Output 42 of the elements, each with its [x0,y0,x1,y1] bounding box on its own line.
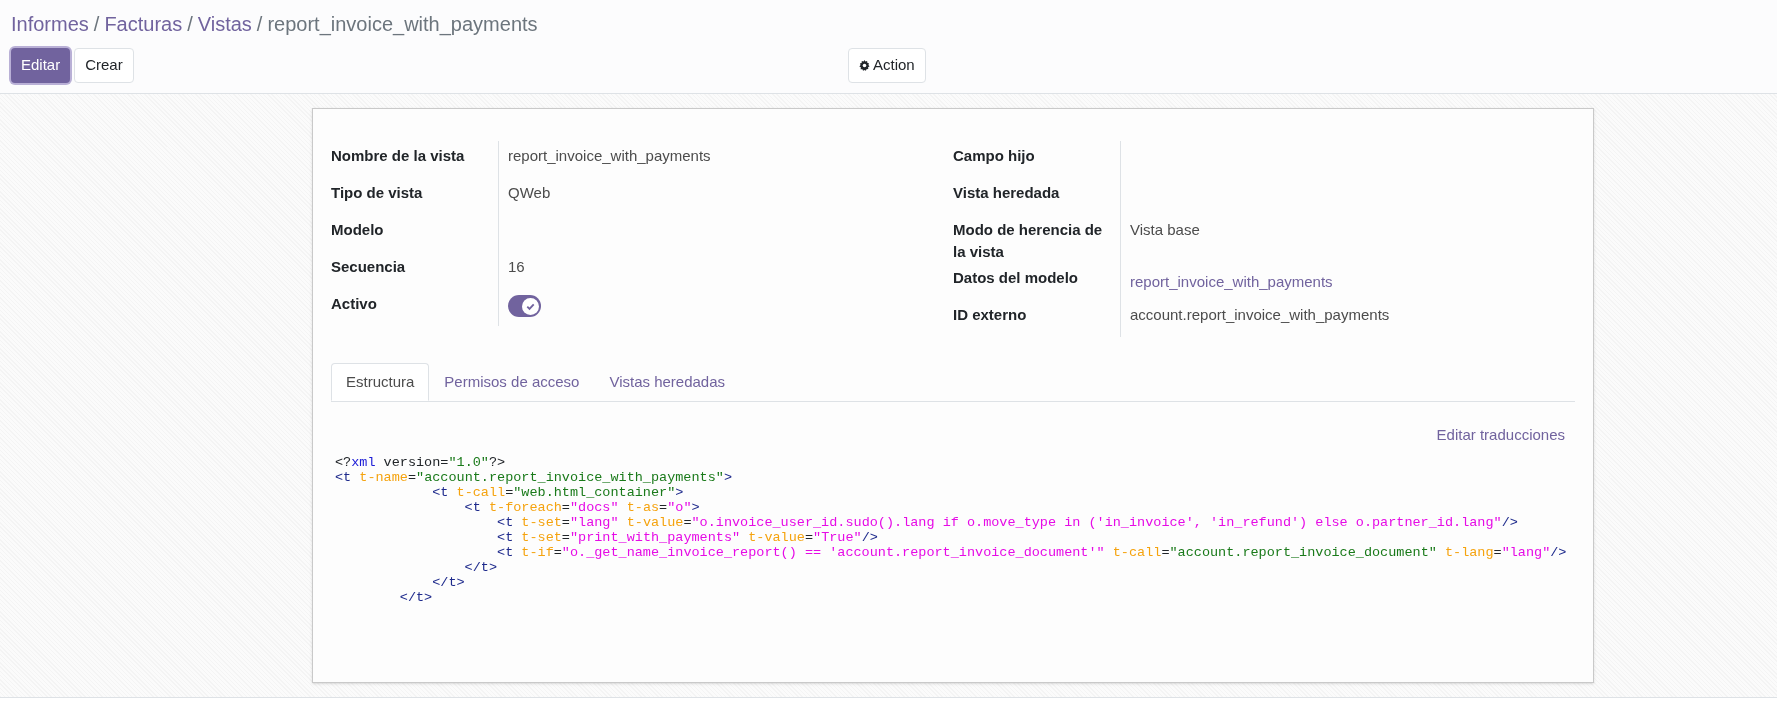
active-toggle[interactable] [508,295,541,317]
breadcrumb-separator: / [93,12,100,37]
breadcrumb-separator: / [256,12,263,37]
tab[interactable]: Estructura [331,363,430,401]
field-value: report_invoice_with_payments [508,147,711,164]
action-button[interactable]: Action [848,48,926,83]
code-line: <t t-set="print_with_payments" t-value="True"/> [496,529,879,545]
code-line: <t t-name="account.report_invoice_with_payments"> [335,469,733,485]
breadcrumb-link[interactable]: Vistas [197,10,252,38]
code-line: </t> [398,589,434,605]
field-label: ID externo [953,300,1121,337]
field-label: Secuencia [331,252,499,289]
breadcrumb-separator: / [187,12,193,37]
edit-translations-link[interactable]: Editar traducciones [1436,424,1565,447]
code-line: </t> [431,574,466,590]
create-button[interactable]: Crear [74,48,134,83]
gear-icon [859,60,870,71]
breadcrumb-current: report_invoice_with_payments [267,12,538,38]
field-label: Modelo [331,215,499,252]
field-label: Modo de herencia de la vista [953,215,1121,263]
code-line: <t t-foreach="docs" t-as="o"> [463,499,701,515]
tab[interactable]: Permisos de acceso [429,363,595,401]
field-label: Activo [331,289,499,326]
tab[interactable]: Vistas heredadas [594,363,741,401]
field-label: Datos del modelo [953,263,1121,300]
field-label: Campo hijo [953,141,1121,178]
field-label: Vista heredada [953,178,1121,215]
field-value: account.report_invoice_with_payments [1130,306,1390,323]
edit-button[interactable]: Editar [11,48,71,83]
field-value: Vista base [1130,221,1200,238]
code-line: <t t-set="lang" t-value="o.invoice_user_id.sudo().lang if o.move_type in ('in_invoice', 'in_refund') else o.partner_id.lang"/> [496,514,1519,530]
code-line: <t t-if="o._get_name_invoice_report() == 'account.report_invoice_document'" t-call="account.report_invoice_document" t-lang="lang"/> [496,544,1568,560]
code-line: </t> [463,559,499,575]
field-label: Nombre de la vista [331,141,499,178]
breadcrumb-link[interactable]: Informes [11,10,89,38]
field-label: Tipo de vista [331,178,499,215]
code-line: <?xml version="1.0"?> [335,454,507,470]
field-link[interactable]: report_invoice_with_payments [1130,273,1333,290]
field-value: 16 [508,258,525,275]
breadcrumb-link[interactable]: Facturas [104,10,183,38]
field-value: QWeb [508,184,551,201]
code-line: <t t-call="web.html_container"> [431,484,685,500]
